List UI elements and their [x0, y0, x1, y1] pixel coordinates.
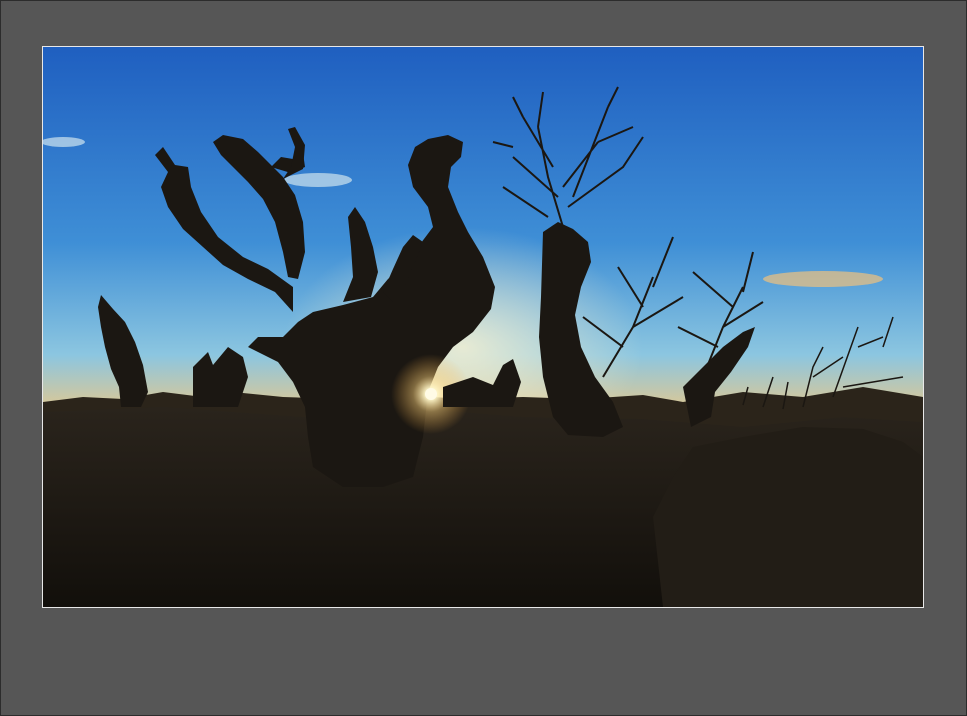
sun	[425, 388, 437, 400]
mat-frame	[0, 0, 967, 716]
photograph	[42, 46, 924, 608]
sunset-tree-scene	[43, 47, 923, 607]
right-deadwood	[653, 427, 923, 607]
